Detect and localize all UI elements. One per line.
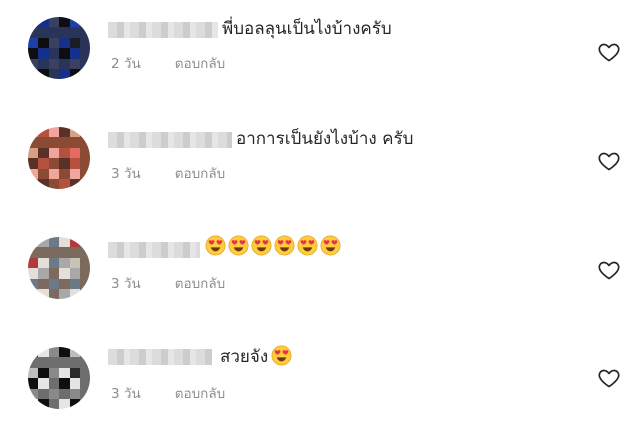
- heart-outline-icon[interactable]: [597, 149, 621, 173]
- comment-meta: 3 วัน ตอบกลับ: [111, 272, 225, 294]
- comment-text: สวยจัง: [220, 345, 294, 368]
- comment-text-content: อาการเป็นยังไงบ้าง ครับ: [236, 129, 414, 149]
- heart-eyes-emoji: [297, 235, 318, 256]
- comment-text: อาการเป็นยังไงบ้าง ครับ: [236, 128, 413, 150]
- comment-item: พี่บอลลุนเป็นไงบ้างครับ 2 วัน ตอบกลับ: [0, 5, 640, 95]
- comment-text: พี่บอลลุนเป็นไงบ้างครับ: [222, 18, 392, 40]
- heart-outline-icon[interactable]: [597, 40, 621, 64]
- heart-outline-icon[interactable]: [597, 366, 621, 390]
- emoji-row: [271, 345, 294, 367]
- heart-eyes-emoji: [271, 345, 292, 366]
- comment-text: [205, 235, 343, 258]
- avatar[interactable]: [28, 347, 90, 409]
- comment-age: 2 วัน: [111, 56, 141, 72]
- heart-eyes-emoji: [274, 235, 295, 256]
- avatar[interactable]: [28, 127, 90, 189]
- username-blurred[interactable]: [108, 349, 212, 365]
- comment-thread: พี่บอลลุนเป็นไงบ้างครับ 2 วัน ตอบกลับ อาก…: [0, 0, 640, 432]
- reply-button[interactable]: ตอบกลับ: [175, 276, 225, 292]
- comment-text-content: พี่บอลลุนเป็นไงบ้างครับ: [222, 19, 392, 39]
- heart-eyes-emoji: [205, 235, 226, 256]
- reply-button[interactable]: ตอบกลับ: [175, 386, 225, 402]
- heart-eyes-emoji: [251, 235, 272, 256]
- heart-outline-icon[interactable]: [597, 258, 621, 282]
- comment-item: อาการเป็นยังไงบ้าง ครับ 3 วัน ตอบกลับ: [0, 115, 640, 205]
- comment-meta: 2 วัน ตอบกลับ: [111, 52, 225, 74]
- username-blurred[interactable]: [108, 242, 200, 258]
- reply-button[interactable]: ตอบกลับ: [175, 166, 225, 182]
- emoji-row: [205, 235, 343, 257]
- comment-text-content: สวยจัง: [220, 347, 269, 367]
- reply-button[interactable]: ตอบกลับ: [175, 56, 225, 72]
- comment-age: 3 วัน: [111, 386, 141, 402]
- comment-item: สวยจัง 3 วัน ตอบกลับ: [0, 335, 640, 425]
- heart-eyes-emoji: [228, 235, 249, 256]
- comment-age: 3 วัน: [111, 276, 141, 292]
- comment-item: 3 วัน ตอบกลับ: [0, 225, 640, 315]
- heart-eyes-emoji: [320, 235, 341, 256]
- avatar[interactable]: [28, 17, 90, 79]
- username-blurred[interactable]: [108, 22, 218, 38]
- comment-age: 3 วัน: [111, 166, 141, 182]
- username-blurred[interactable]: [108, 132, 232, 148]
- comment-meta: 3 วัน ตอบกลับ: [111, 382, 225, 404]
- comment-meta: 3 วัน ตอบกลับ: [111, 162, 225, 184]
- avatar[interactable]: [28, 237, 90, 299]
